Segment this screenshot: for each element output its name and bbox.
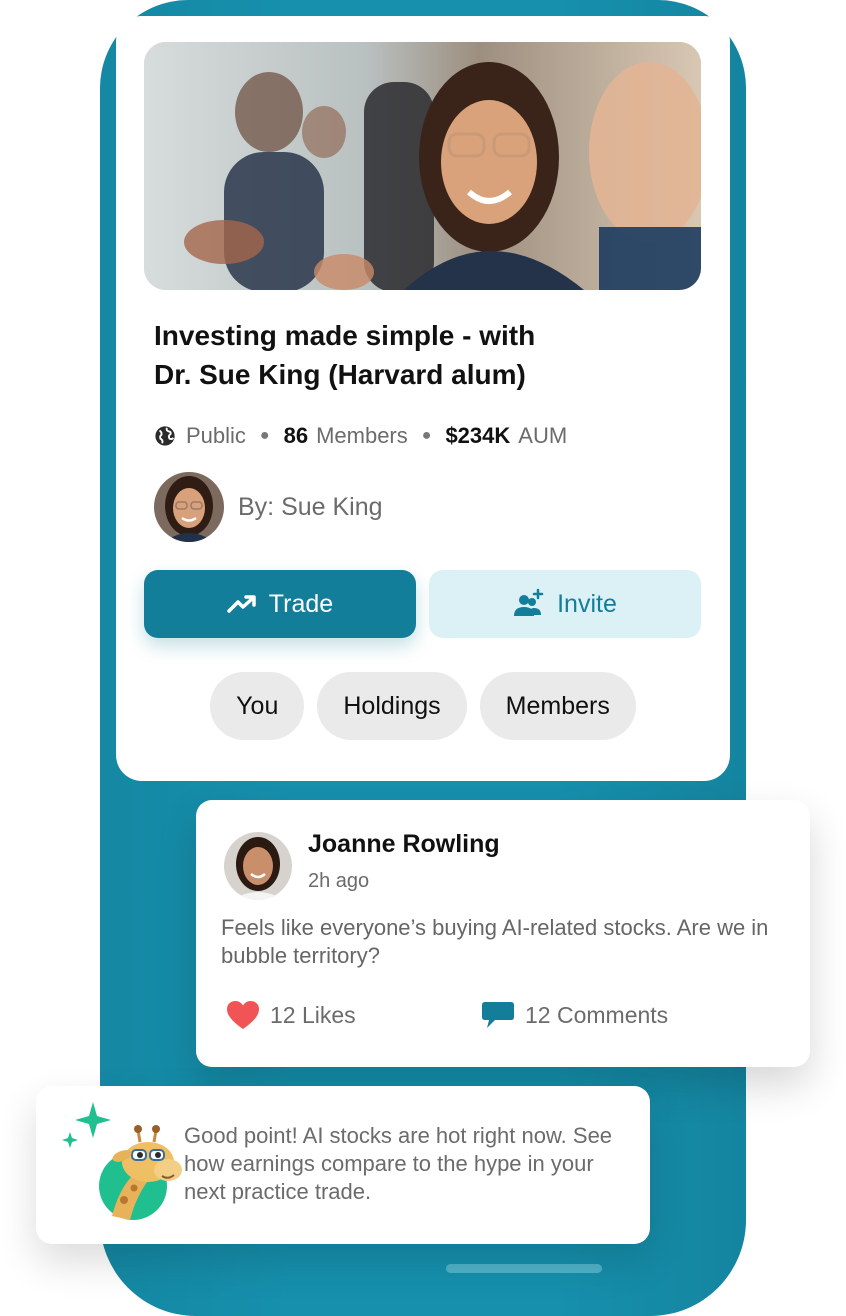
invite-label: Invite [557,589,617,618]
group-card: Investing made simple - with Dr. Sue Kin… [116,16,730,781]
post-card[interactable]: Joanne Rowling 2h ago Feels like everyon… [196,800,810,1067]
separator-dot: ● [421,427,432,444]
post-author-name[interactable]: Joanne Rowling [308,830,500,859]
tab-you[interactable]: You [210,672,305,740]
home-indicator[interactable] [446,1264,602,1273]
heart-icon [227,1001,259,1029]
aum-value: $234K [445,423,511,448]
comment-icon [482,1002,514,1028]
author-row[interactable]: By: Sue King [154,472,383,542]
visibility-label: Public [186,423,246,448]
group-title-line1: Investing made simple - with [154,320,536,351]
group-title-line2: Dr. Sue King (Harvard alum) [154,359,526,390]
members-count: 86 [283,423,309,448]
assistant-message: Good point! AI stocks are hot right now.… [184,1123,613,1204]
trending-up-icon [227,595,256,613]
group-cover-photo [144,42,701,290]
globe-icon [155,426,175,446]
post-body: Feels like everyone’s buying AI-related … [221,915,769,968]
trade-label: Trade [268,589,334,618]
like-button[interactable]: 12 Likes [226,1000,356,1030]
group-meta: Public ● 86 Members ● $234K AUM [154,421,567,451]
assistant-card: Good point! AI stocks are hot right now.… [36,1086,650,1244]
members-label: Members [316,423,408,448]
invite-button[interactable]: Invite [429,570,701,638]
giraffe-mascot [58,1096,188,1231]
comments-count: 12 Comments [525,1001,669,1028]
group-title: Investing made simple - with Dr. Sue Kin… [154,316,624,394]
separator-dot: ● [259,427,270,444]
sparkle-icon [75,1102,111,1138]
add-user-icon [514,588,544,616]
tab-members[interactable]: Members [479,672,636,740]
trade-button[interactable]: Trade [144,570,416,638]
author-name[interactable]: By: Sue King [238,493,383,522]
group-tabs: You Holdings Members [116,672,730,740]
sparkle-icon [62,1132,78,1148]
post-author-avatar[interactable] [224,832,292,900]
post-timestamp: 2h ago [308,870,370,892]
tab-holdings[interactable]: Holdings [317,672,467,740]
aum-label: AUM [518,423,568,448]
likes-count: 12 Likes [270,1001,356,1028]
author-avatar[interactable] [154,472,224,542]
comment-button[interactable]: 12 Comments [481,1000,668,1030]
